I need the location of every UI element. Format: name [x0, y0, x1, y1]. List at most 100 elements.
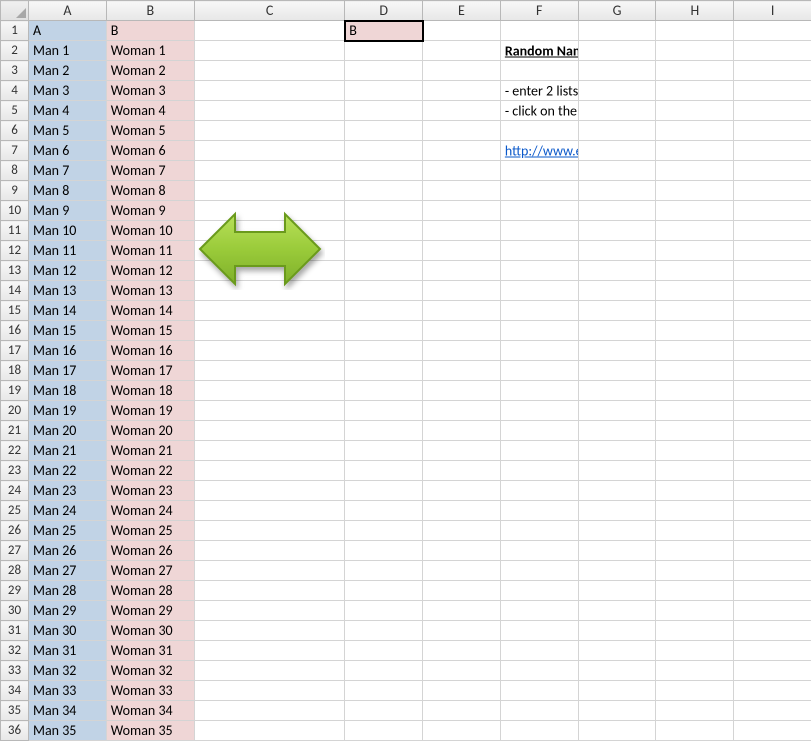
cell-B24[interactable]: Woman 23	[106, 481, 194, 501]
cell-B14[interactable]: Woman 13	[106, 281, 194, 301]
cell-E27[interactable]	[423, 541, 501, 561]
cell-H7[interactable]	[656, 141, 734, 161]
row-header[interactable]: 6	[1, 121, 29, 141]
cell-C28[interactable]	[194, 561, 344, 581]
cell-E30[interactable]	[423, 601, 501, 621]
cell-G10[interactable]	[578, 201, 656, 221]
cell-D11[interactable]	[345, 221, 423, 241]
cell-A18[interactable]: Man 17	[29, 361, 107, 381]
cell-H22[interactable]	[656, 441, 734, 461]
cell-D25[interactable]	[345, 501, 423, 521]
cell-I22[interactable]	[734, 441, 811, 461]
cell-F18[interactable]	[500, 361, 578, 381]
cell-A1[interactable]: A	[29, 21, 107, 41]
cell-D1[interactable]: B	[345, 21, 423, 41]
cell-E2[interactable]	[423, 41, 501, 61]
cell-H2[interactable]	[656, 41, 734, 61]
cell-D29[interactable]	[345, 581, 423, 601]
cell-D10[interactable]	[345, 201, 423, 221]
cell-H20[interactable]	[656, 401, 734, 421]
cell-H5[interactable]	[656, 101, 734, 121]
cell-F8[interactable]	[500, 161, 578, 181]
cell-E7[interactable]	[423, 141, 501, 161]
cell-A19[interactable]: Man 18	[29, 381, 107, 401]
cell-F10[interactable]	[500, 201, 578, 221]
cell-G29[interactable]	[578, 581, 656, 601]
cell-H3[interactable]	[656, 61, 734, 81]
col-header-E[interactable]: E	[423, 1, 501, 21]
cell-A3[interactable]: Man 2	[29, 61, 107, 81]
cell-G31[interactable]	[578, 621, 656, 641]
cell-C27[interactable]	[194, 541, 344, 561]
cell-E3[interactable]	[423, 61, 501, 81]
cell-E26[interactable]	[423, 521, 501, 541]
cell-H27[interactable]	[656, 541, 734, 561]
cell-G4[interactable]	[578, 81, 656, 101]
cell-F13[interactable]	[500, 261, 578, 281]
cell-A30[interactable]: Man 29	[29, 601, 107, 621]
cell-E25[interactable]	[423, 501, 501, 521]
row-header[interactable]: 24	[1, 481, 29, 501]
row-header[interactable]: 12	[1, 241, 29, 261]
col-header-D[interactable]: D	[345, 1, 423, 21]
cell-I7[interactable]	[734, 141, 811, 161]
cell-D34[interactable]	[345, 681, 423, 701]
cell-F17[interactable]	[500, 341, 578, 361]
cell-C7[interactable]	[194, 141, 344, 161]
cell-F12[interactable]	[500, 241, 578, 261]
row-header[interactable]: 21	[1, 421, 29, 441]
cell-E20[interactable]	[423, 401, 501, 421]
row-header[interactable]: 10	[1, 201, 29, 221]
row-header[interactable]: 16	[1, 321, 29, 341]
row-header[interactable]: 7	[1, 141, 29, 161]
cell-C29[interactable]	[194, 581, 344, 601]
cell-A32[interactable]: Man 31	[29, 641, 107, 661]
cell-I31[interactable]	[734, 621, 811, 641]
cell-E35[interactable]	[423, 701, 501, 721]
cell-C9[interactable]	[194, 181, 344, 201]
cell-F34[interactable]	[500, 681, 578, 701]
cell-B32[interactable]: Woman 31	[106, 641, 194, 661]
cell-H17[interactable]	[656, 341, 734, 361]
cell-H19[interactable]	[656, 381, 734, 401]
cell-B30[interactable]: Woman 29	[106, 601, 194, 621]
cell-A10[interactable]: Man 9	[29, 201, 107, 221]
cell-C20[interactable]	[194, 401, 344, 421]
cell-C16[interactable]	[194, 321, 344, 341]
cell-I28[interactable]	[734, 561, 811, 581]
row-header[interactable]: 28	[1, 561, 29, 581]
cell-H16[interactable]	[656, 321, 734, 341]
col-header-I[interactable]: I	[734, 1, 811, 21]
cell-I2[interactable]	[734, 41, 811, 61]
cell-C5[interactable]	[194, 101, 344, 121]
cell-E29[interactable]	[423, 581, 501, 601]
cell-A6[interactable]: Man 5	[29, 121, 107, 141]
cell-A12[interactable]: Man 11	[29, 241, 107, 261]
cell-F7[interactable]: http://www.excel-pratique.com/en	[500, 141, 578, 161]
cell-I34[interactable]	[734, 681, 811, 701]
cell-D28[interactable]	[345, 561, 423, 581]
cell-I30[interactable]	[734, 601, 811, 621]
row-header[interactable]: 33	[1, 661, 29, 681]
double-arrow-icon[interactable]	[195, 208, 325, 290]
cell-I23[interactable]	[734, 461, 811, 481]
cell-A11[interactable]: Man 10	[29, 221, 107, 241]
cell-G32[interactable]	[578, 641, 656, 661]
cell-H26[interactable]	[656, 521, 734, 541]
cell-F33[interactable]	[500, 661, 578, 681]
row-header[interactable]: 13	[1, 261, 29, 281]
cell-C36[interactable]	[194, 721, 344, 741]
cell-I33[interactable]	[734, 661, 811, 681]
col-header-H[interactable]: H	[656, 1, 734, 21]
cell-F2[interactable]: Random Name Pair Generator	[500, 41, 578, 61]
cell-B21[interactable]: Woman 20	[106, 421, 194, 441]
cell-F16[interactable]	[500, 321, 578, 341]
cell-E18[interactable]	[423, 361, 501, 381]
cell-D18[interactable]	[345, 361, 423, 381]
cell-B18[interactable]: Woman 17	[106, 361, 194, 381]
cell-D5[interactable]	[345, 101, 423, 121]
cell-F1[interactable]	[500, 21, 578, 41]
cell-C24[interactable]	[194, 481, 344, 501]
cell-I27[interactable]	[734, 541, 811, 561]
cell-G35[interactable]	[578, 701, 656, 721]
